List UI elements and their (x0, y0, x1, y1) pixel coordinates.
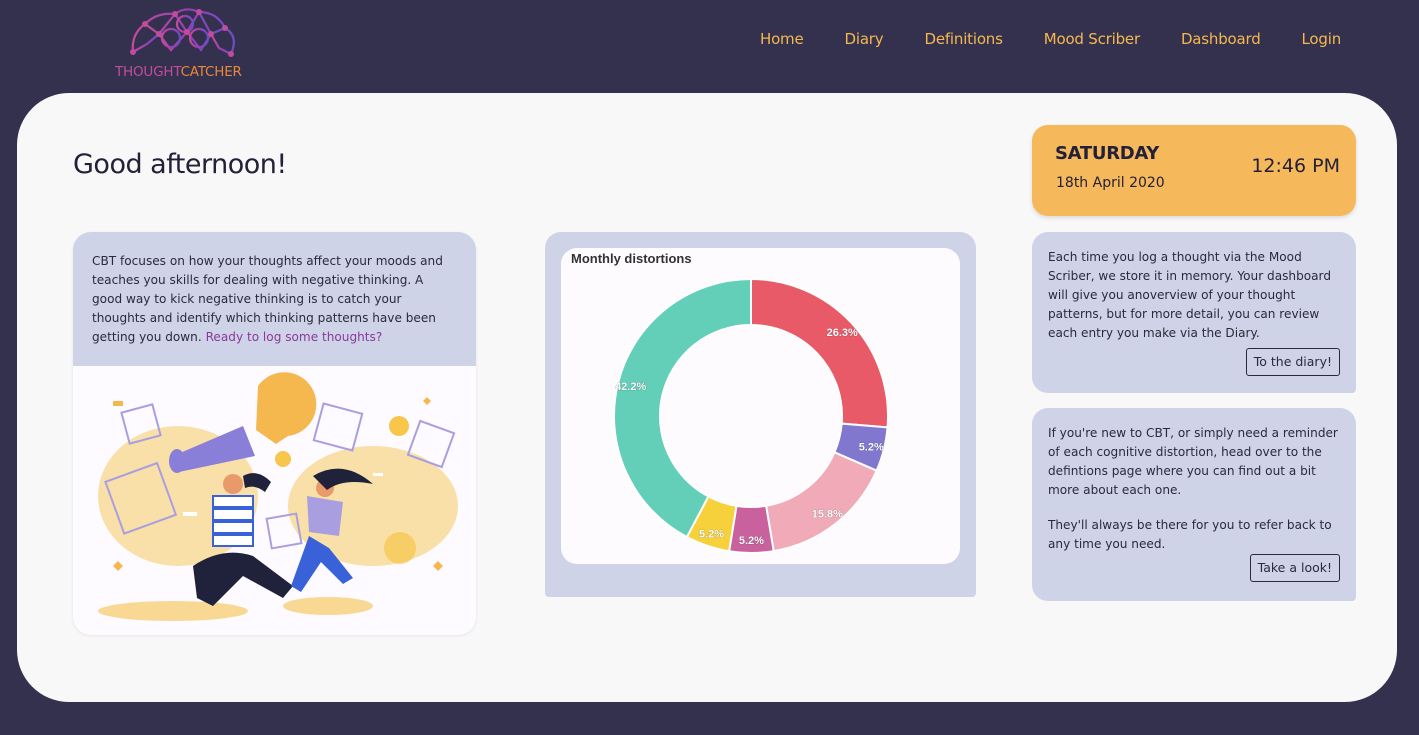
chart-card: Monthly distortions 26.3% 5.2% 15.8% 5.2% 5.… (545, 232, 976, 597)
brain-network-icon (130, 8, 236, 57)
definitions-info-text-2: They'll always be there for you to refer… (1048, 518, 1332, 551)
diary-info-card: Each time you log a thought via the Mood… (1032, 232, 1356, 393)
main-nav: Home Diary Definitions Mood Scriber Dash… (719, 30, 1341, 48)
nav-login[interactable]: Login (1302, 30, 1342, 48)
date-card: SATURDAY 18th April 2020 12:46 PM (1032, 125, 1356, 216)
donut-slice-label: 42.2% (615, 381, 646, 393)
brand-logo[interactable]: THOUGHTCATCHER (113, 4, 258, 80)
distortions-donut-chart: 26.3% 5.2% 15.8% 5.2% 5.2% 42.2% (613, 277, 889, 554)
donut-slice[interactable] (764, 450, 878, 553)
intro-card: CBT focuses on how your thoughts affect … (73, 232, 476, 635)
chart-container: Monthly distortions 26.3% 5.2% 15.8% 5.2% 5.… (561, 248, 960, 564)
donut-slice[interactable] (613, 277, 752, 539)
log-thoughts-link[interactable]: Ready to log some thoughts? (206, 330, 383, 344)
nav-definitions[interactable]: Definitions (924, 30, 1002, 48)
definitions-info-card: If you're new to CBT, or simply need a r… (1032, 408, 1356, 601)
brand-name: THOUGHTCATCHER (115, 64, 242, 80)
nav-home[interactable]: Home (760, 30, 804, 48)
dashboard-panel: Good afternoon! CBT focuses on how your … (17, 93, 1397, 702)
donut-slice-label: 5.2% (699, 529, 724, 541)
time-label: 12:46 PM (1251, 155, 1340, 177)
nav-dashboard[interactable]: Dashboard (1181, 30, 1261, 48)
diary-info-text: Each time you log a thought via the Mood… (1048, 250, 1331, 340)
celebration-illustration (98, 372, 458, 621)
to-diary-button[interactable]: To the diary! (1245, 348, 1340, 376)
donut-slice-label: 26.3% (827, 327, 858, 339)
donut-slice[interactable] (750, 277, 889, 429)
donut-slice-label: 15.8% (812, 509, 843, 521)
donut-slice-label: 5.2% (739, 535, 764, 547)
nav-diary[interactable]: Diary (845, 30, 884, 48)
take-a-look-button[interactable]: Take a look! (1249, 554, 1340, 582)
greeting-heading: Good afternoon! (73, 149, 287, 180)
day-label: SATURDAY (1055, 143, 1160, 164)
intro-text-block: CBT focuses on how your thoughts affect … (73, 232, 476, 366)
donut-slice-label: 5.2% (859, 441, 884, 453)
nav-mood-scriber[interactable]: Mood Scriber (1044, 30, 1140, 48)
date-label: 18th April 2020 (1056, 175, 1165, 191)
definitions-info-text: If you're new to CBT, or simply need a r… (1048, 426, 1338, 497)
